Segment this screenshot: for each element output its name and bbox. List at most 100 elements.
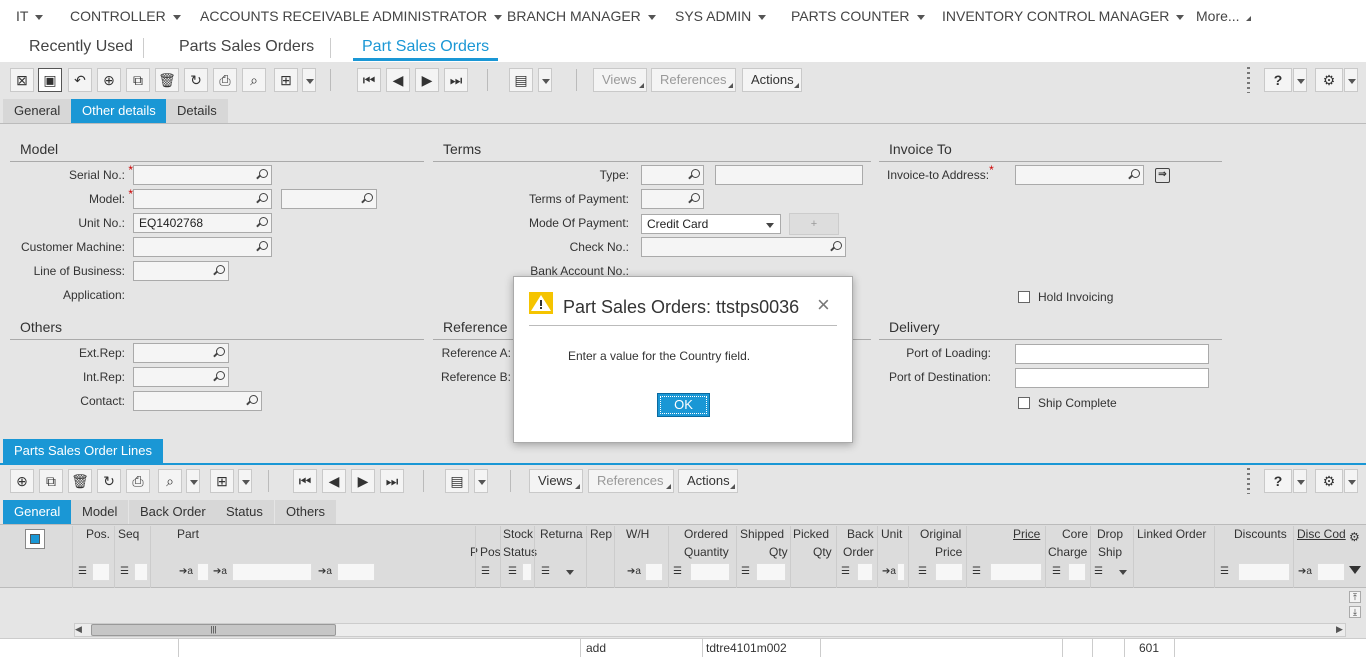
calendar-dropdown[interactable]	[538, 68, 552, 92]
terms-of-payment-input[interactable]	[641, 189, 704, 209]
delete-icon[interactable]: 🗑	[155, 68, 179, 92]
filter-seq[interactable]	[134, 563, 148, 581]
filter-wh[interactable]	[645, 563, 663, 581]
filter-funnel-icon[interactable]	[1349, 566, 1361, 574]
help-button[interactable]: ?	[1264, 68, 1292, 92]
filter-disc-code[interactable]	[1317, 563, 1345, 581]
lines-tab-back-order[interactable]: Back Order	[129, 500, 217, 524]
filter-equals-icon[interactable]: ☰	[972, 566, 981, 577]
scroll-bottom-icon[interactable]: ⤓	[1349, 606, 1361, 618]
print-icon[interactable]: ⎙	[213, 68, 237, 92]
hold-invoicing-checkbox[interactable]	[1018, 291, 1030, 303]
print-lines-icon[interactable]: ⎙	[126, 469, 150, 493]
close-icon[interactable]: ×	[817, 294, 830, 316]
lookup-icon[interactable]	[829, 241, 842, 253]
lines-settings-dropdown[interactable]	[1344, 469, 1358, 493]
lookup-icon[interactable]	[687, 169, 700, 181]
first-record-icon[interactable]: ⏮	[357, 68, 381, 92]
lookup-icon[interactable]	[687, 193, 700, 205]
filter-pos[interactable]	[92, 563, 110, 581]
col-drop-2[interactable]: Ship	[1098, 545, 1122, 559]
nav-more[interactable]: More...	[1196, 8, 1251, 24]
undo-icon[interactable]: ↶	[68, 68, 92, 92]
lines-tab[interactable]: Parts Sales Order Lines	[3, 439, 164, 463]
lines-settings-gear-icon[interactable]: ⚙	[1315, 469, 1343, 493]
model-input[interactable]	[133, 189, 272, 209]
col-returnable[interactable]: Returna	[540, 527, 583, 541]
refresh-icon[interactable]: ↻	[184, 68, 208, 92]
check-no-input[interactable]	[641, 237, 846, 257]
serial-input[interactable]	[133, 165, 272, 185]
col-drop-1[interactable]: Drop	[1097, 527, 1123, 541]
select-all-checkbox[interactable]	[25, 529, 45, 549]
filter-lines-icon[interactable]: ⊞	[210, 469, 234, 493]
model-secondary-input[interactable]	[281, 189, 377, 209]
mode-of-payment-select[interactable]: Credit Card	[641, 214, 781, 234]
filter-equals-icon[interactable]: ☰	[1220, 566, 1229, 577]
last-line-icon[interactable]: ⏭	[380, 469, 404, 493]
port-of-destination-input[interactable]	[1015, 368, 1209, 388]
col-original-1[interactable]: Original	[920, 527, 961, 541]
filter-begins-icon[interactable]: ➔a	[1298, 566, 1312, 577]
search-icon[interactable]: ⌕	[242, 68, 266, 92]
col-core-2[interactable]: Charge	[1048, 545, 1087, 559]
calendar-lines-icon[interactable]: ▤	[445, 469, 469, 493]
filter-equals-icon[interactable]: ☰	[1052, 566, 1061, 577]
new-line-icon[interactable]: ⊕	[10, 469, 34, 493]
customer-machine-input[interactable]	[133, 237, 272, 257]
col-rep[interactable]: Rep	[590, 527, 612, 541]
first-line-icon[interactable]: ⏮	[293, 469, 317, 493]
lines-tab-status[interactable]: Status	[215, 500, 274, 524]
lookup-icon[interactable]	[245, 395, 258, 407]
duplicate-icon[interactable]: ⧉	[126, 68, 150, 92]
col-pos[interactable]: Pos.	[86, 527, 110, 541]
col-back-1[interactable]: Back	[847, 527, 874, 541]
tab-recently-used[interactable]: Recently Used	[29, 38, 133, 56]
lines-help-button[interactable]: ?	[1264, 469, 1292, 493]
col-price[interactable]: Price	[1013, 527, 1040, 541]
open-address-icon[interactable]: ⇒	[1155, 168, 1170, 183]
tab-parts-sales-orders[interactable]: Parts Sales Orders	[179, 38, 314, 56]
nav-it[interactable]: IT	[16, 8, 44, 24]
filter-equals-icon[interactable]: ☰	[918, 566, 927, 577]
save-icon[interactable]: ▣	[38, 68, 62, 92]
scroll-right-icon[interactable]: ▶	[1336, 624, 1343, 635]
col-ordered-1[interactable]: Ordered	[684, 527, 728, 541]
chevron-down-icon[interactable]	[566, 570, 574, 575]
last-record-icon[interactable]: ⏭	[444, 68, 468, 92]
nav-parts-counter[interactable]: PARTS COUNTER	[791, 8, 925, 24]
lookup-icon[interactable]	[360, 193, 373, 205]
col-shipped-1[interactable]: Shipped	[740, 527, 784, 541]
filter-shipped[interactable]	[756, 563, 786, 581]
col-shipped-2[interactable]: Qty	[769, 545, 788, 559]
line-of-business-input[interactable]	[133, 261, 229, 281]
new-record-icon[interactable]: ⊕	[97, 68, 121, 92]
filter-original[interactable]	[935, 563, 963, 581]
col-disc-code[interactable]: Disc Cod	[1297, 527, 1346, 541]
references-button[interactable]: References	[651, 68, 736, 92]
unit-input[interactable]: EQ1402768	[133, 213, 272, 233]
col-ordered-2[interactable]: Quantity	[684, 545, 729, 559]
col-p[interactable]: P	[470, 545, 478, 559]
lookup-icon[interactable]	[255, 169, 268, 181]
lines-tab-others[interactable]: Others	[275, 500, 337, 524]
ok-button[interactable]: OK	[657, 393, 710, 417]
lines-references-button[interactable]: References	[588, 469, 674, 493]
previous-line-icon[interactable]: ◀	[322, 469, 346, 493]
filter-begins-icon[interactable]: ➔a	[882, 566, 896, 577]
add-payment-button[interactable]: +	[789, 213, 839, 235]
tab-details[interactable]: Details	[166, 99, 228, 123]
lookup-icon[interactable]	[212, 371, 225, 383]
int-rep-input[interactable]	[133, 367, 229, 387]
lines-tab-general[interactable]: General	[3, 500, 72, 524]
filter-dropdown[interactable]	[302, 68, 316, 92]
col-pos2[interactable]: Pos	[480, 545, 501, 559]
filter-icon[interactable]: ⊞	[274, 68, 298, 92]
lines-help-dropdown[interactable]	[1293, 469, 1307, 493]
views-button[interactable]: Views	[593, 68, 647, 92]
filter-stock-status[interactable]	[522, 563, 532, 581]
next-line-icon[interactable]: ▶	[351, 469, 375, 493]
filter-equals-icon[interactable]: ☰	[741, 566, 750, 577]
col-discounts[interactable]: Discounts	[1234, 527, 1287, 541]
col-unit[interactable]: Unit	[881, 527, 902, 541]
